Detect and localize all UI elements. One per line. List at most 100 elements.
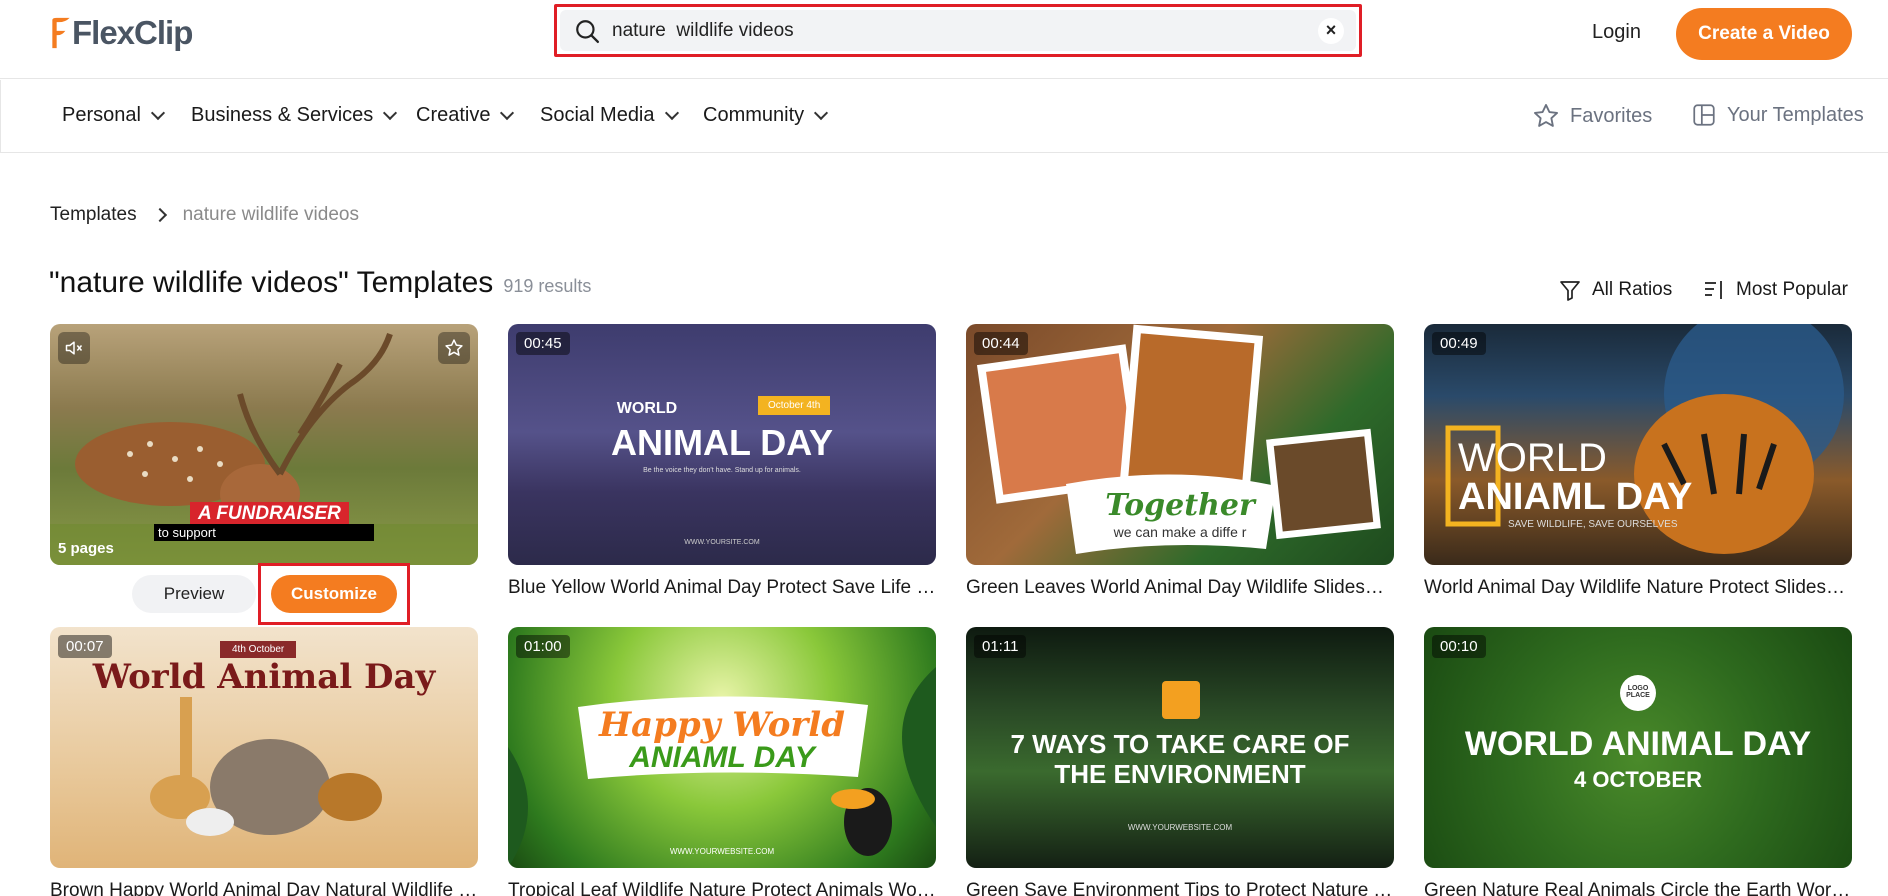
top-header: FlexClip × Login Create a Video <box>0 0 1888 79</box>
star-icon <box>1533 103 1559 127</box>
template-thumbnail[interactable]: 00:07 4th October World Animal Day <box>50 627 478 868</box>
template-title[interactable]: Brown Happy World Animal Day Natural Wil… <box>50 880 478 896</box>
login-link[interactable]: Login <box>1592 21 1641 44</box>
thumb-subtext: Be the voice they don't have. Stand up f… <box>643 467 801 474</box>
category-nav: Personal Business & Services Creative So… <box>0 80 1888 153</box>
duration-badge: 01:11 <box>974 635 1027 658</box>
ratio-filter[interactable]: All Ratios <box>1558 278 1672 302</box>
customize-highlight-frame: Customize <box>258 563 410 625</box>
thumb-heading-1: WORLD <box>1458 436 1607 480</box>
sort-icon <box>1705 281 1722 299</box>
logo-text: FlexClip <box>72 14 193 51</box>
thumb-heading-1: Happy World <box>599 705 845 745</box>
template-card[interactable]: A FUNDRAISER to support 5 pages <box>50 324 478 565</box>
duration-badge: 00:45 <box>516 332 570 355</box>
nav-label: Social Media <box>540 104 655 126</box>
templates-icon <box>1693 104 1715 126</box>
template-thumbnail[interactable]: 01:11 7 WAYS TO TAKE CARE OF THE ENVIRON… <box>966 627 1394 868</box>
breadcrumb-current: nature wildlife videos <box>182 204 359 225</box>
template-title[interactable]: World Animal Day Wildlife Nature Protect… <box>1424 577 1852 599</box>
sort-dropdown[interactable]: Most Popular <box>1702 278 1848 302</box>
filter-icon <box>1560 281 1580 301</box>
favorites-label: Favorites <box>1570 104 1653 127</box>
thumb-heading-2: ANIMAL DAY <box>610 422 834 463</box>
template-card[interactable]: 00:44 Together we can make a diffe r Gre… <box>966 324 1394 599</box>
create-video-button[interactable]: Create a Video <box>1676 8 1852 60</box>
chevron-down-icon <box>150 105 166 120</box>
breadcrumb: Templates nature wildlife videos <box>50 204 359 226</box>
search-highlight-frame: × <box>554 4 1362 57</box>
your-templates-link[interactable]: Your Templates <box>1691 102 1864 128</box>
ratio-filter-label: All Ratios <box>1592 279 1673 300</box>
template-title[interactable]: Blue Yellow World Animal Day Protect Sav… <box>508 577 936 599</box>
thumb-subtext: SAVE WILDLIFE, SAVE OURSELVES <box>1508 519 1678 530</box>
template-card[interactable]: 00:10 LOGO PLACE WORLD ANIMAL DAY 4 OCTO… <box>1424 627 1852 896</box>
nav-community[interactable]: Community <box>703 104 829 127</box>
nav-personal[interactable]: Personal <box>62 104 166 127</box>
thumb-heading-2: THE ENVIRONMENT <box>1054 759 1306 789</box>
thumb-heading-2: 4 OCTOBER <box>1574 767 1702 792</box>
thumb-footer: WWW.YOURWEBSITE.COM <box>669 847 775 856</box>
template-thumbnail[interactable]: 00:49 WORLD ANIAML DAY SAVE WILDLIFE, SA… <box>1424 324 1852 565</box>
thumb-heading-2: ANIAML DAY <box>629 741 815 774</box>
template-title[interactable]: Green Leaves World Animal Day Wildlife S… <box>966 577 1394 599</box>
template-card[interactable]: 01:00 Happy World ANIAML DAY WWW.YOURWEB… <box>508 627 936 896</box>
your-templates-label: Your Templates <box>1727 103 1864 126</box>
chevron-down-icon <box>500 105 515 120</box>
thumb-heading-1: 7 WAYS TO TAKE CARE OF <box>1010 729 1350 759</box>
flexclip-logo[interactable]: FlexClip <box>48 13 193 53</box>
chevron-down-icon <box>383 105 398 120</box>
logo-badge: LOGO PLACE <box>1620 675 1656 711</box>
customize-button[interactable]: Customize <box>271 575 397 613</box>
clear-search-button[interactable]: × <box>1318 17 1344 44</box>
thumb-heading-1: WORLD <box>616 400 678 417</box>
thumb-heading-1: WORLD ANIMAL DAY <box>1464 725 1812 763</box>
nav-business-services[interactable]: Business & Services <box>191 104 398 127</box>
sort-label: Most Popular <box>1736 279 1848 300</box>
template-thumbnail[interactable]: 00:44 Together we can make a diffe r <box>966 324 1394 565</box>
logo-placeholder-icon <box>1162 681 1200 719</box>
template-thumbnail[interactable]: A FUNDRAISER to support 5 pages <box>50 324 478 565</box>
template-card[interactable]: 01:11 7 WAYS TO TAKE CARE OF THE ENVIRON… <box>966 627 1394 896</box>
template-card[interactable]: 00:49 WORLD ANIAML DAY SAVE WILDLIFE, SA… <box>1424 324 1852 599</box>
chevron-down-icon <box>664 105 679 120</box>
search-icon <box>576 19 600 43</box>
pages-count: 5 pages <box>58 540 114 557</box>
page-title-text: "nature wildlife videos" Templates <box>49 266 494 299</box>
thumb-footer: WWW.YOURWEBSITE.COM <box>1127 823 1233 832</box>
template-thumbnail[interactable]: 00:10 LOGO PLACE WORLD ANIMAL DAY 4 OCTO… <box>1424 627 1852 868</box>
nav-label: Personal <box>62 104 141 126</box>
thumb-heading-2: ANIAML DAY <box>1458 476 1693 518</box>
nav-label: Creative <box>416 104 491 126</box>
favorite-button[interactable] <box>438 332 470 364</box>
template-card[interactable]: 00:07 4th October World Animal Day Brown… <box>50 627 478 896</box>
thumb-heading-2: we can make a diffe r <box>1113 524 1247 540</box>
favorites-link[interactable]: Favorites <box>1532 102 1652 130</box>
template-title[interactable]: Tropical Leaf Wildlife Nature Protect An… <box>508 880 936 896</box>
chevron-right-icon <box>152 207 167 223</box>
nav-social-media[interactable]: Social Media <box>540 104 679 127</box>
mute-button[interactable] <box>58 332 90 364</box>
thumb-footer: WWW.YOURSITE.COM <box>684 539 760 546</box>
search-input[interactable] <box>612 19 1318 42</box>
nav-creative[interactable]: Creative <box>416 104 515 127</box>
card-hover-actions: Preview Customize <box>84 563 414 626</box>
breadcrumb-templates[interactable]: Templates <box>50 204 137 226</box>
template-title[interactable]: Green Save Environment Tips to Protect N… <box>966 880 1394 896</box>
page-title: "nature wildlife videos" Templates 919 r… <box>49 266 591 300</box>
preview-button[interactable]: Preview <box>132 575 256 613</box>
chevron-down-icon <box>814 105 829 120</box>
logo-mark-icon <box>52 17 70 49</box>
template-title[interactable]: Green Nature Real Animals Circle the Ear… <box>1424 880 1852 896</box>
nav-label: Community <box>703 104 805 126</box>
fundraiser-overlay: A FUNDRAISER <box>190 502 349 526</box>
template-card[interactable]: 00:45 October 4th WORLD ANIMAL DAY Be th… <box>508 324 936 599</box>
search-bar[interactable]: × <box>560 10 1356 51</box>
template-thumbnail[interactable]: 00:45 October 4th WORLD ANIMAL DAY Be th… <box>508 324 936 565</box>
template-thumbnail[interactable]: 01:00 Happy World ANIAML DAY WWW.YOURWEB… <box>508 627 936 868</box>
speaker-muted-icon <box>65 341 83 355</box>
results-count: 919 results <box>503 276 592 296</box>
duration-badge: 00:10 <box>1432 635 1486 658</box>
star-icon <box>445 339 463 356</box>
thumb-heading-1: Together <box>1105 488 1255 523</box>
